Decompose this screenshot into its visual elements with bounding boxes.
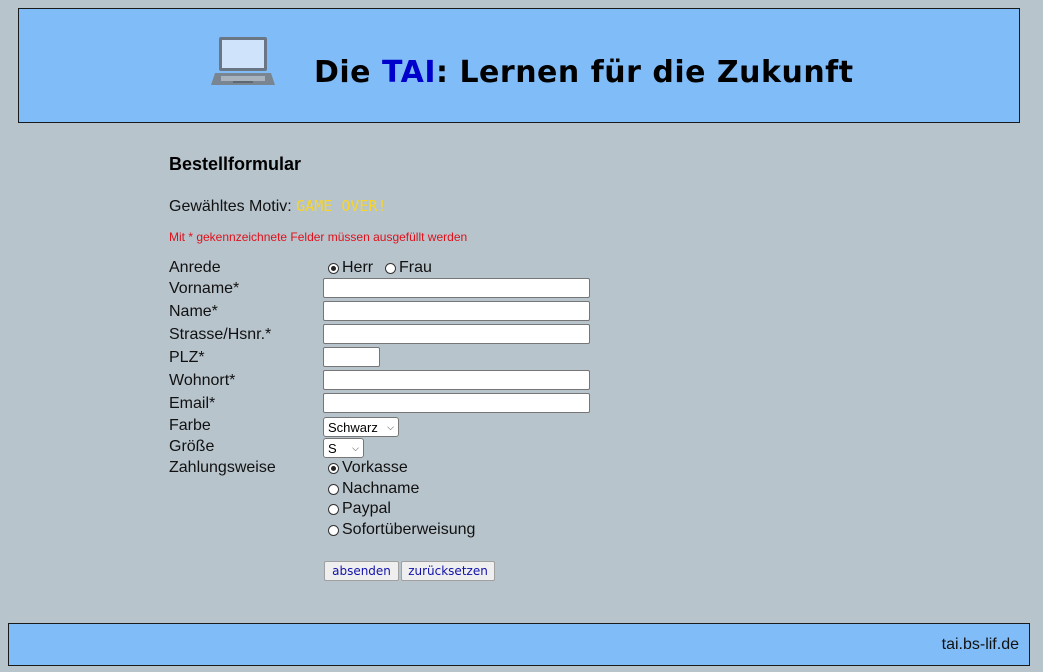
radio-frau[interactable] (385, 262, 396, 274)
form-heading: Bestellformular (169, 154, 302, 174)
motiv-line: Gewähltes Motiv: GAME OVER! (169, 197, 386, 216)
plz-label: PLZ* (169, 349, 205, 366)
plz-field[interactable] (323, 347, 380, 367)
radio-sofort-label: Sofortüberweisung (342, 521, 476, 538)
radio-nachname-label: Nachname (342, 480, 420, 497)
name-label: Name* (169, 303, 218, 320)
strasse-field[interactable] (323, 324, 590, 344)
farbe-selected: Schwarz (328, 419, 378, 435)
radio-paypal-label: Paypal (342, 500, 391, 517)
laptop-icon (211, 37, 275, 85)
page-footer: tai.bs-lif.de (8, 623, 1030, 666)
title-suffix: : Lernen für die Zukunft (436, 55, 854, 90)
zahlung-vorkasse[interactable]: Vorkasse (328, 459, 408, 477)
radio-vorkasse[interactable] (328, 462, 339, 474)
radio-paypal[interactable] (328, 503, 339, 515)
anrede-label: Anrede (169, 259, 221, 276)
farbe-label: Farbe (169, 417, 211, 434)
radio-sofort[interactable] (328, 524, 339, 536)
chevron-down-icon: ⌵ (387, 421, 394, 432)
name-field[interactable] (323, 301, 590, 321)
groesse-selected: S (328, 440, 337, 456)
title-prefix: Die (314, 55, 382, 90)
email-field[interactable] (323, 393, 590, 413)
zahlung-paypal[interactable]: Paypal (328, 500, 391, 518)
groesse-label: Größe (169, 438, 215, 455)
motiv-label: Gewähltes Motiv: (169, 198, 292, 215)
zahlung-sofort[interactable]: Sofortüberweisung (328, 521, 475, 539)
radio-vorkasse-label: Vorkasse (342, 459, 408, 476)
radio-herr[interactable] (328, 262, 339, 274)
farbe-select[interactable]: Schwarz ⌵ (323, 417, 399, 437)
radio-herr-label: Herr (342, 259, 374, 276)
chevron-down-icon: ⌵ (352, 442, 359, 453)
anrede-herr[interactable]: Herr (328, 259, 373, 277)
wohnort-label: Wohnort* (169, 372, 236, 389)
strasse-label: Strasse/Hsnr.* (169, 326, 272, 343)
required-hint: Mit * gekennzeichnete Felder müssen ausg… (169, 230, 468, 244)
wohnort-field[interactable] (323, 370, 590, 390)
site-domain: tai.bs-lif.de (941, 636, 1019, 653)
site-title: Die TAI: Lernen für die Zukunft (314, 55, 854, 90)
title-accent: TAI (381, 55, 436, 90)
radio-nachname[interactable] (328, 483, 339, 495)
groesse-select[interactable]: S ⌵ (323, 438, 364, 458)
page-header: Die TAI: Lernen für die Zukunft (18, 8, 1020, 123)
vorname-label: Vorname* (169, 280, 240, 297)
zahlungsweise-label: Zahlungsweise (169, 459, 276, 476)
motiv-value: GAME OVER! (296, 197, 387, 215)
email-label: Email* (169, 395, 216, 412)
reset-button[interactable]: zurücksetzen (401, 561, 495, 581)
vorname-field[interactable] (323, 278, 590, 298)
radio-frau-label: Frau (399, 259, 432, 276)
anrede-frau[interactable]: Frau (385, 259, 432, 277)
submit-button[interactable]: absenden (324, 561, 399, 581)
zahlung-nachname[interactable]: Nachname (328, 480, 419, 498)
